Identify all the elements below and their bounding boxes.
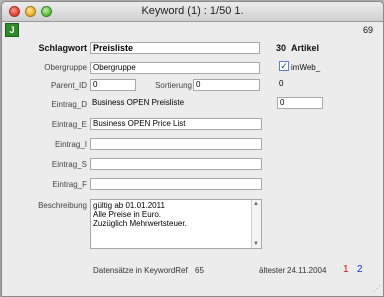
beschreibung-line: gültig ab 01.01.2011 xyxy=(93,201,165,210)
resize-grip-icon[interactable]: ⋰ xyxy=(371,284,381,294)
page-1-link[interactable]: 1 xyxy=(343,264,349,275)
aeltester-value: 24.11.2004 xyxy=(287,266,327,275)
schlagwort-label: Schlagwort xyxy=(38,43,87,53)
eintrag-e-label: Eintrag_E xyxy=(51,120,87,129)
sortierung-field[interactable]: 0 xyxy=(193,79,260,91)
imweb-checkbox[interactable]: ✓ xyxy=(279,61,289,71)
record-number: 69 xyxy=(362,25,373,35)
obergruppe-field[interactable]: Obergruppe xyxy=(90,62,260,74)
page-2-link[interactable]: 2 xyxy=(357,264,363,275)
scroll-down-arrow-icon[interactable]: ▼ xyxy=(253,241,259,247)
scroll-up-arrow-icon[interactable]: ▲ xyxy=(253,201,259,207)
sortierung-label: Sortierung xyxy=(155,81,192,90)
schlagwort-field[interactable]: Preisliste xyxy=(90,42,260,54)
keyword-window: Keyword (1) : 1/50 1. J 69 Schlagwort Pr… xyxy=(1,1,384,297)
eintrag-s-field[interactable] xyxy=(90,158,262,170)
aeltester-label: ältester xyxy=(259,266,286,275)
beschreibung-textarea[interactable]: gültig ab 01.01.2011 Alle Preise in Euro… xyxy=(90,199,262,249)
datasets-value: 65 xyxy=(195,266,204,275)
parent-field[interactable]: 0 xyxy=(90,79,136,91)
beschreibung-line: Alle Preise in Euro. xyxy=(93,210,162,219)
eintrag-e-field[interactable]: Business OPEN Price List xyxy=(90,118,262,130)
window-title: Keyword (1) : 1/50 1. xyxy=(141,5,244,17)
eintrag-s-label: Eintrag_S xyxy=(51,160,87,169)
eintrag-i-label: Eintrag_I xyxy=(54,140,87,149)
textarea-scrollbar[interactable]: ▲ ▼ xyxy=(251,200,261,248)
title-bar[interactable]: Keyword (1) : 1/50 1. xyxy=(2,2,383,22)
eintrag-d-extra-field[interactable]: 0 xyxy=(277,97,323,109)
beschreibung-label: Beschreibung xyxy=(38,201,87,210)
eintrag-i-field[interactable] xyxy=(90,138,262,150)
imweb-label: imWeb_ xyxy=(291,63,321,72)
eintrag-d-field: Business OPEN Preisliste xyxy=(92,98,185,107)
eintrag-d-label: Eintrag_D xyxy=(51,100,87,109)
eintrag-f-label: Eintrag_F xyxy=(52,180,87,189)
sortierung-extra: 0 xyxy=(279,79,284,88)
parent-label: Parent_ID xyxy=(50,81,87,90)
eintrag-f-field[interactable] xyxy=(90,178,262,190)
artikel-label: Artikel xyxy=(291,43,320,53)
app-icon: J xyxy=(5,23,19,37)
artikel-count: 30 xyxy=(276,43,287,53)
beschreibung-line: Zuzüglich Mehrwertsteuer. xyxy=(93,219,187,228)
obergruppe-label: Obergruppe xyxy=(44,63,87,72)
checkmark-icon: ✓ xyxy=(280,61,288,71)
datasets-label: Datensätze in KeywordRef xyxy=(93,266,188,275)
